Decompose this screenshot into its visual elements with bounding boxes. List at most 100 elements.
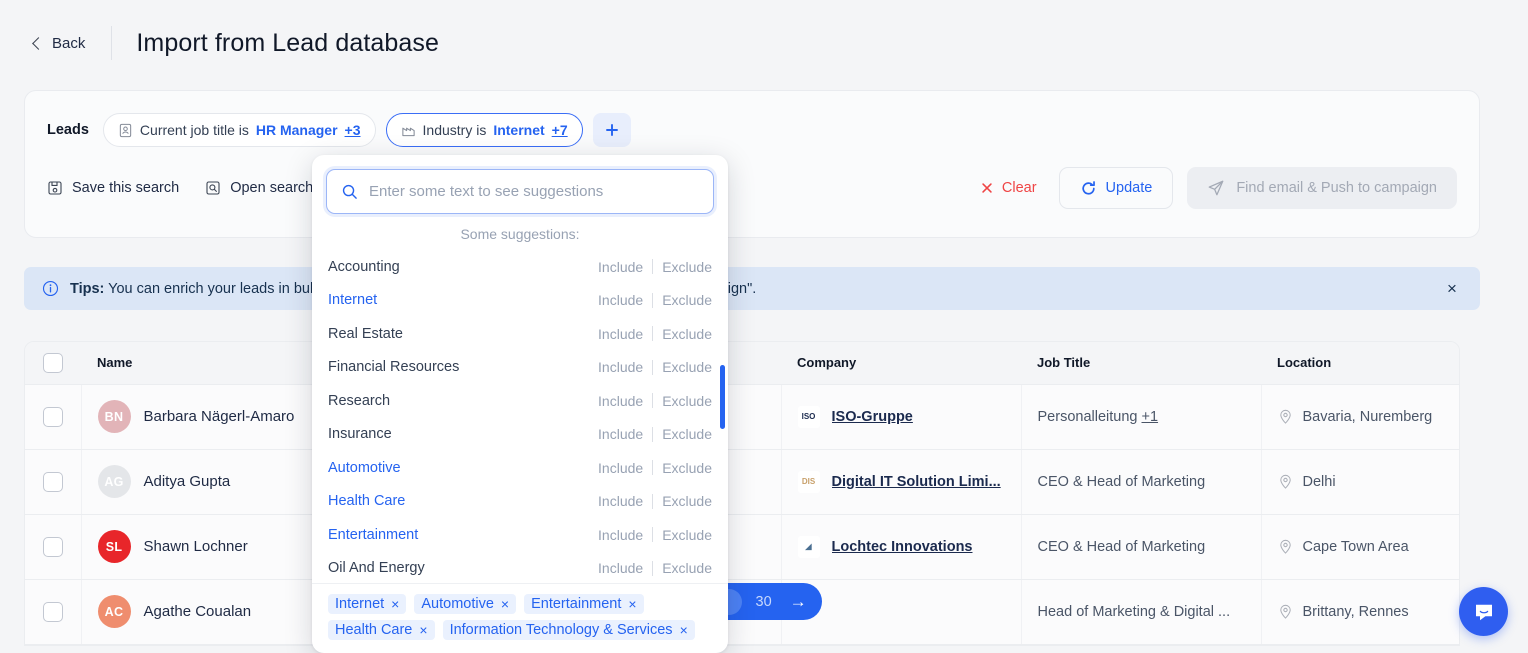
suggestion-item[interactable]: ResearchIncludeExclude [328, 384, 712, 418]
job-title-cell: Personalleitung +1 [1021, 384, 1261, 449]
selected-tag-label: Automotive [421, 596, 494, 612]
filter-chip-industry-more[interactable]: +7 [552, 122, 568, 138]
exclude-action[interactable]: Exclude [662, 493, 712, 509]
suggestion-item[interactable]: InsuranceIncludeExclude [328, 418, 712, 452]
dropdown-subtitle: Some suggestions: [312, 214, 728, 250]
tips-close-button[interactable]: × [1442, 279, 1462, 299]
location-pin-icon [1278, 474, 1293, 489]
table-header-row: Name Industry Company Job Title Location [25, 342, 1460, 384]
pagination-page-number[interactable]: 30 [748, 594, 780, 610]
include-action[interactable]: Include [598, 359, 643, 375]
dropdown-search-box[interactable] [326, 169, 714, 214]
include-action[interactable]: Include [598, 259, 643, 275]
exclude-action[interactable]: Exclude [662, 326, 712, 342]
suggestion-item[interactable]: Oil And EnergyIncludeExclude [328, 552, 712, 586]
selected-tag-label: Information Technology & Services [450, 622, 673, 638]
lead-name[interactable]: Barbara Nägerl-Amaro [144, 408, 295, 425]
open-search-button[interactable]: Open search [205, 180, 313, 196]
location-text: Bavaria, Nuremberg [1303, 409, 1433, 425]
intercom-chat-button[interactable] [1459, 587, 1508, 636]
location-pin-icon [1278, 539, 1293, 554]
remove-tag-icon[interactable]: × [628, 596, 636, 612]
filter-chip-job-title-more[interactable]: +3 [345, 122, 361, 138]
remove-tag-icon[interactable]: × [501, 596, 509, 612]
company-name-link[interactable]: Digital IT Solution Limi... [832, 474, 1001, 490]
suggestion-item[interactable]: InternetIncludeExclude [328, 284, 712, 318]
search-icon [341, 183, 358, 200]
include-action[interactable]: Include [598, 493, 643, 509]
table-row[interactable]: BNBarbara Nägerl-AmaroISOISO-GruppePerso… [25, 384, 1460, 449]
update-button[interactable]: Update [1059, 167, 1174, 209]
table-row[interactable]: SLShawn Lochner◢Lochtec InnovationsCEO &… [25, 514, 1460, 579]
row-checkbox[interactable] [43, 407, 63, 427]
selected-tag[interactable]: Information Technology & Services × [443, 620, 695, 640]
include-action[interactable]: Include [598, 393, 643, 409]
select-all-checkbox[interactable] [43, 353, 63, 373]
location-pin-icon [1278, 409, 1293, 424]
exclude-action[interactable]: Exclude [662, 426, 712, 442]
row-checkbox[interactable] [43, 602, 63, 622]
save-icon [47, 180, 63, 196]
add-filter-button[interactable] [593, 113, 631, 147]
suggestion-item[interactable]: Health CareIncludeExclude [328, 485, 712, 519]
lead-name[interactable]: Aditya Gupta [144, 473, 231, 490]
filter-chip-industry[interactable]: Industry is Internet +7 [386, 113, 583, 147]
include-action[interactable]: Include [598, 460, 643, 476]
filter-chip-job-title[interactable]: Current job title is HR Manager +3 [103, 113, 376, 147]
remove-tag-icon[interactable]: × [391, 596, 399, 612]
include-action[interactable]: Include [598, 326, 643, 342]
suggestion-search-input[interactable] [369, 183, 699, 200]
company-name-link[interactable]: Lochtec Innovations [832, 539, 973, 555]
job-title-text: Head of Marketing & Digital ... [1038, 604, 1245, 620]
selected-tag[interactable]: Entertainment× [524, 594, 643, 614]
location-pin-icon [1278, 604, 1293, 619]
column-header-job-title[interactable]: Job Title [1021, 342, 1261, 384]
suggestion-item[interactable]: AutomotiveIncludeExclude [328, 451, 712, 485]
suggestion-label: Entertainment [328, 527, 418, 543]
row-checkbox[interactable] [43, 537, 63, 557]
dropdown-scrollbar[interactable] [720, 365, 725, 429]
suggestion-item[interactable]: Financial ResourcesIncludeExclude [328, 351, 712, 385]
company-column-cell: ISOISO-Gruppe [781, 384, 1021, 449]
include-action[interactable]: Include [598, 426, 643, 442]
exclude-action[interactable]: Exclude [662, 259, 712, 275]
selected-tag-label: Internet [335, 596, 384, 612]
include-action[interactable]: Include [598, 292, 643, 308]
back-button[interactable]: Back [28, 31, 91, 56]
chat-bubble-icon [1472, 600, 1496, 624]
lead-name[interactable]: Shawn Lochner [144, 538, 248, 555]
selected-tag[interactable]: Automotive × [414, 594, 516, 614]
lead-name[interactable]: Agathe Coualan [144, 603, 252, 620]
include-action[interactable]: Include [598, 560, 643, 576]
industry-suggestions-dropdown: Some suggestions: AccountingIncludeExclu… [312, 155, 728, 653]
suggestion-item[interactable]: Real EstateIncludeExclude [328, 317, 712, 351]
exclude-action[interactable]: Exclude [662, 292, 712, 308]
action-separator [652, 326, 653, 341]
company-name-link[interactable]: ISO-Gruppe [832, 409, 913, 425]
exclude-action[interactable]: Exclude [662, 359, 712, 375]
job-title-more[interactable]: +1 [1142, 409, 1159, 425]
find-email-push-campaign-button[interactable]: Find email & Push to campaign [1187, 167, 1457, 209]
selected-tag[interactable]: Health Care× [328, 620, 435, 640]
suggestion-item[interactable]: Entertainment Include Exclude [328, 518, 712, 552]
exclude-action[interactable]: Exclude [662, 460, 712, 476]
exclude-action[interactable]: Exclude [662, 393, 712, 409]
table-row[interactable]: AGAditya GuptaDISDigital IT Solution Lim… [25, 449, 1460, 514]
column-header-company[interactable]: Company [781, 342, 1021, 384]
location-cell: Brittany, Rennes [1261, 579, 1460, 644]
clear-button[interactable]: Clear [972, 174, 1045, 202]
remove-tag-icon[interactable]: × [680, 622, 688, 638]
job-title-cell: Head of Marketing & Digital ... [1021, 579, 1261, 644]
remove-tag-icon[interactable]: × [419, 622, 427, 638]
include-action[interactable]: Include [598, 527, 643, 543]
clear-button-label: Clear [1002, 180, 1037, 196]
suggestion-actions: Include Exclude [598, 493, 712, 509]
suggestion-item[interactable]: AccountingIncludeExclude [328, 250, 712, 284]
column-header-location[interactable]: Location [1261, 342, 1460, 384]
exclude-action[interactable]: Exclude [662, 527, 712, 543]
save-this-search-button[interactable]: Save this search [47, 180, 179, 196]
selected-tag[interactable]: Internet × [328, 594, 406, 614]
row-checkbox[interactable] [43, 472, 63, 492]
exclude-action[interactable]: Exclude [662, 560, 712, 576]
pagination-next-button[interactable]: → [786, 592, 811, 612]
